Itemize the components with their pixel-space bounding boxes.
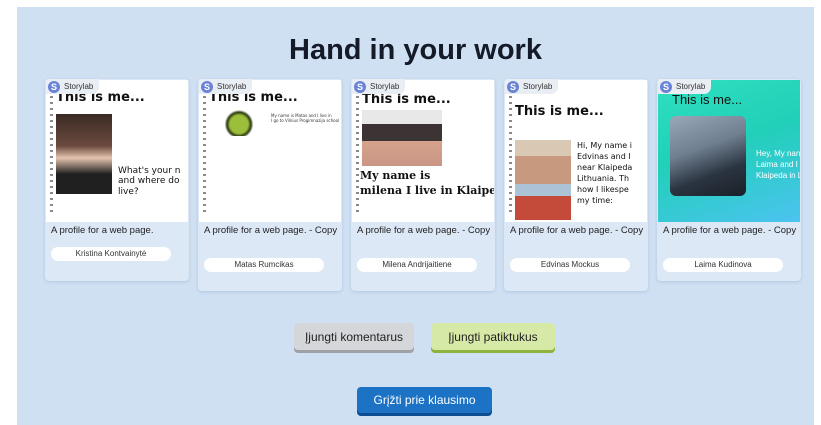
profile-photo [515,140,571,220]
author-chip: Matas Rumcikas [204,258,324,272]
author-chip: Edvinas Mockus [510,258,630,272]
card-thumbnail: This is me... My name is Matas and I liv… [199,80,341,222]
card-thumbnail: This is me... Hi, My name i Edvinas and … [505,80,647,222]
back-to-question-button[interactable]: Grįžti prie klausimo [357,387,492,413]
thumb-text: What's your n and where do live? [118,166,181,197]
notebook-binding [356,90,359,216]
shrek-image [225,110,253,136]
storylab-logo-icon: S [354,80,366,93]
submission-card[interactable]: This is me... Hey, My nan Laima and I Kl… [657,79,801,281]
card-thumbnail: This is me... My name is milena I live i… [352,80,494,222]
submission-card[interactable]: This is me... My name is milena I live i… [351,79,495,291]
card-caption: A profile for a web page. - Copy [510,225,644,236]
card-caption: A profile for a web page. [51,225,154,236]
card-thumbnail: This is me... Hey, My nan Laima and I Kl… [658,80,800,222]
storylab-badge: S Storylab [658,79,712,94]
profile-photo [56,114,112,194]
storylab-logo-icon: S [507,80,519,93]
author-chip: Kristina Kontvainytė [51,247,171,261]
submission-card[interactable]: This is me... My name is Matas and I liv… [198,79,342,291]
enable-comments-button[interactable]: Įjungti komentarus [294,323,414,350]
storylab-badge: S Storylab [505,79,559,94]
storylab-badge: S Storylab [46,79,100,94]
thumb-text: Hi, My name i Edvinas and I near Klaiped… [577,141,633,205]
storylab-logo-icon: S [660,80,672,93]
thumb-title: This is me... [362,92,451,107]
profile-photo [670,116,746,196]
author-chip: Laima Kudinova [663,258,783,272]
submission-card[interactable]: This is me... Hi, My name i Edvinas and … [504,79,648,291]
notebook-binding [203,90,206,216]
notebook-binding [509,90,512,216]
notebook-binding [50,90,53,216]
thumb-text: My name is milena I live in Klaipe [360,169,494,197]
profile-photo [362,110,442,166]
thumb-text: Hey, My nan Laima and I Klaipeda in L [756,149,800,180]
storylab-badge: S Storylab [199,79,253,94]
card-caption: A profile for a web page. - Copy [357,225,491,236]
card-caption: A profile for a web page. - Copy [663,225,797,236]
thumb-text: My name is Matas and I live in I go to V… [271,113,340,123]
card-thumbnail: This is me... What's your n and where do… [46,80,188,222]
storylab-badge: S Storylab [352,79,406,94]
thumb-title: This is me... [672,92,743,107]
storylab-logo-icon: S [201,80,213,93]
main-panel: Hand in your work This is me... What's y… [17,7,814,425]
card-caption: A profile for a web page. - Copy [204,225,338,236]
storylab-logo-icon: S [48,80,60,93]
thumb-title: This is me... [515,104,604,119]
page-title: Hand in your work [289,34,542,66]
enable-likes-button[interactable]: Įjungti patiktukus [431,323,555,350]
submission-card[interactable]: This is me... What's your n and where do… [45,79,189,281]
author-chip: Milena Andrijaitiene [357,258,477,272]
